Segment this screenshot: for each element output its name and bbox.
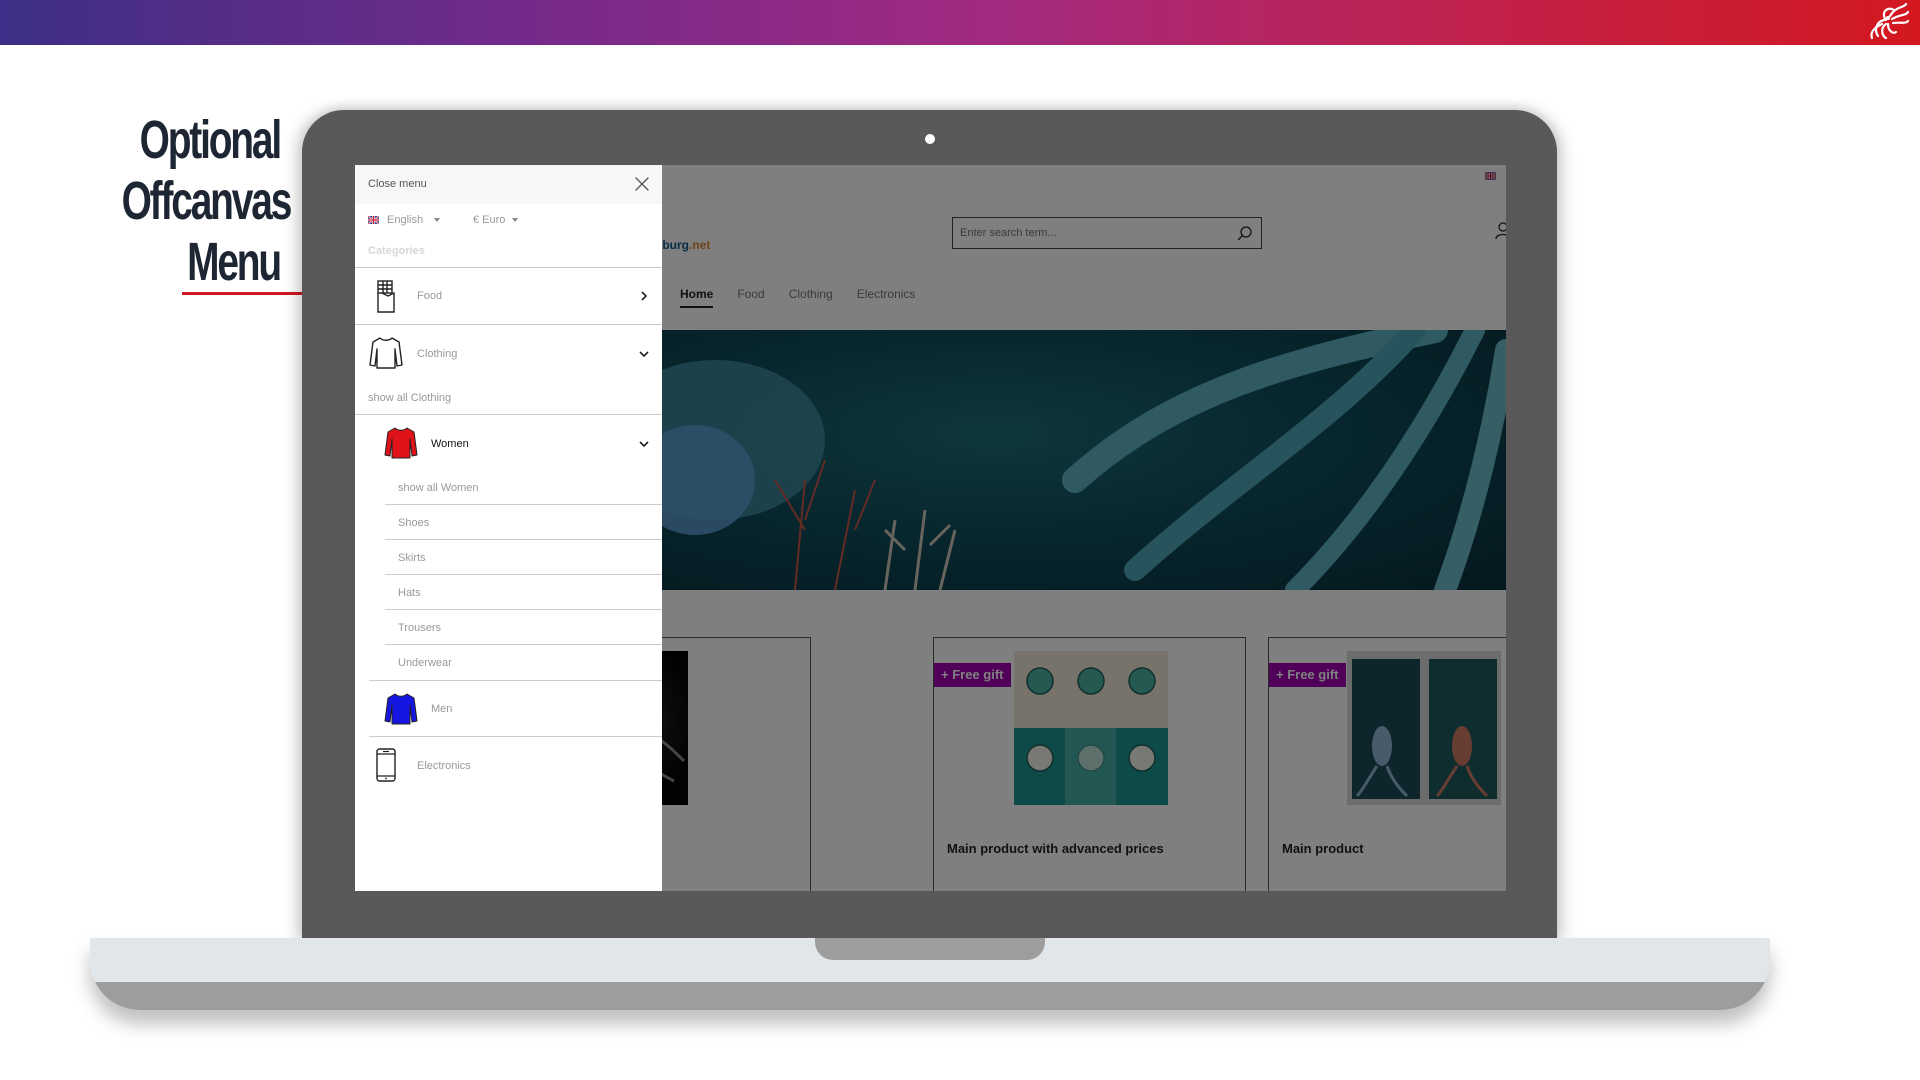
show-all-women-link[interactable]: show all Women [385, 472, 662, 505]
category-item-electronics[interactable]: Electronics [355, 737, 662, 794]
uk-flag-icon [368, 216, 379, 224]
show-all-clothing-link[interactable]: show all Clothing [355, 382, 662, 415]
category-item-hats[interactable]: Hats [385, 575, 662, 610]
category-label: Underwear [398, 657, 452, 669]
category-item-trousers[interactable]: Trousers [385, 610, 662, 645]
category-label: Trousers [398, 622, 441, 634]
laptop-notch [815, 938, 1045, 960]
caret-down-icon [434, 218, 441, 222]
laptop-camera [925, 134, 935, 144]
category-item-skirts[interactable]: Skirts [385, 540, 662, 575]
pointer-arrow-line [182, 292, 322, 295]
category-item-women[interactable]: Women [369, 415, 662, 472]
kraken-logo-icon [1870, 2, 1910, 40]
red-shirt-icon [384, 427, 418, 459]
category-item-shoes[interactable]: Shoes [385, 505, 662, 540]
category-item-underwear[interactable]: Underwear [385, 645, 662, 680]
currency-selector[interactable]: € Euro [473, 214, 519, 226]
slide-title-line: Offcanvas [121, 171, 293, 231]
slide-title-line: Menu [187, 232, 282, 292]
show-all-label: show all Women [398, 482, 479, 494]
currency-selected: € Euro [473, 214, 506, 226]
slide-title-line: Optional [139, 110, 283, 170]
close-icon[interactable] [634, 176, 650, 192]
laptop-screen: nburg.net Home Food Clothing Electronics [355, 165, 1506, 891]
category-label: Clothing [417, 347, 458, 360]
offcanvas-header: Close menu [355, 165, 662, 204]
offcanvas-menu: Close menu English € Euro Categories Foo… [355, 165, 662, 891]
category-label: Shoes [398, 517, 430, 529]
category-label: Women [431, 437, 469, 450]
categories-heading: Categories [355, 234, 662, 268]
top-banner [0, 0, 1920, 45]
category-label: Hats [398, 587, 421, 599]
category-label: Skirts [398, 552, 426, 564]
chevron-down-icon [639, 350, 649, 357]
chevron-right-icon [641, 291, 648, 301]
category-label: Men [431, 702, 453, 715]
smartphone-icon [376, 748, 396, 782]
language-selector[interactable]: English [368, 214, 441, 226]
category-label: Electronics [417, 759, 471, 772]
language-selected: English [387, 214, 424, 226]
category-item-food[interactable]: Food [355, 268, 662, 325]
show-all-label: show all Clothing [368, 392, 452, 404]
chevron-down-icon [639, 440, 649, 447]
language-currency-row: English € Euro [355, 204, 662, 234]
chocolate-bar-icon [377, 280, 395, 313]
close-menu-label[interactable]: Close menu [368, 178, 427, 190]
category-label: Food [417, 290, 443, 302]
blue-shirt-icon [384, 693, 418, 725]
long-sleeve-shirt-icon [369, 337, 403, 369]
category-item-clothing[interactable]: Clothing [355, 325, 662, 382]
caret-down-icon [512, 218, 519, 222]
slide-title: Optional Offcanvas Menu [121, 110, 293, 293]
category-item-men[interactable]: Men [369, 680, 662, 737]
